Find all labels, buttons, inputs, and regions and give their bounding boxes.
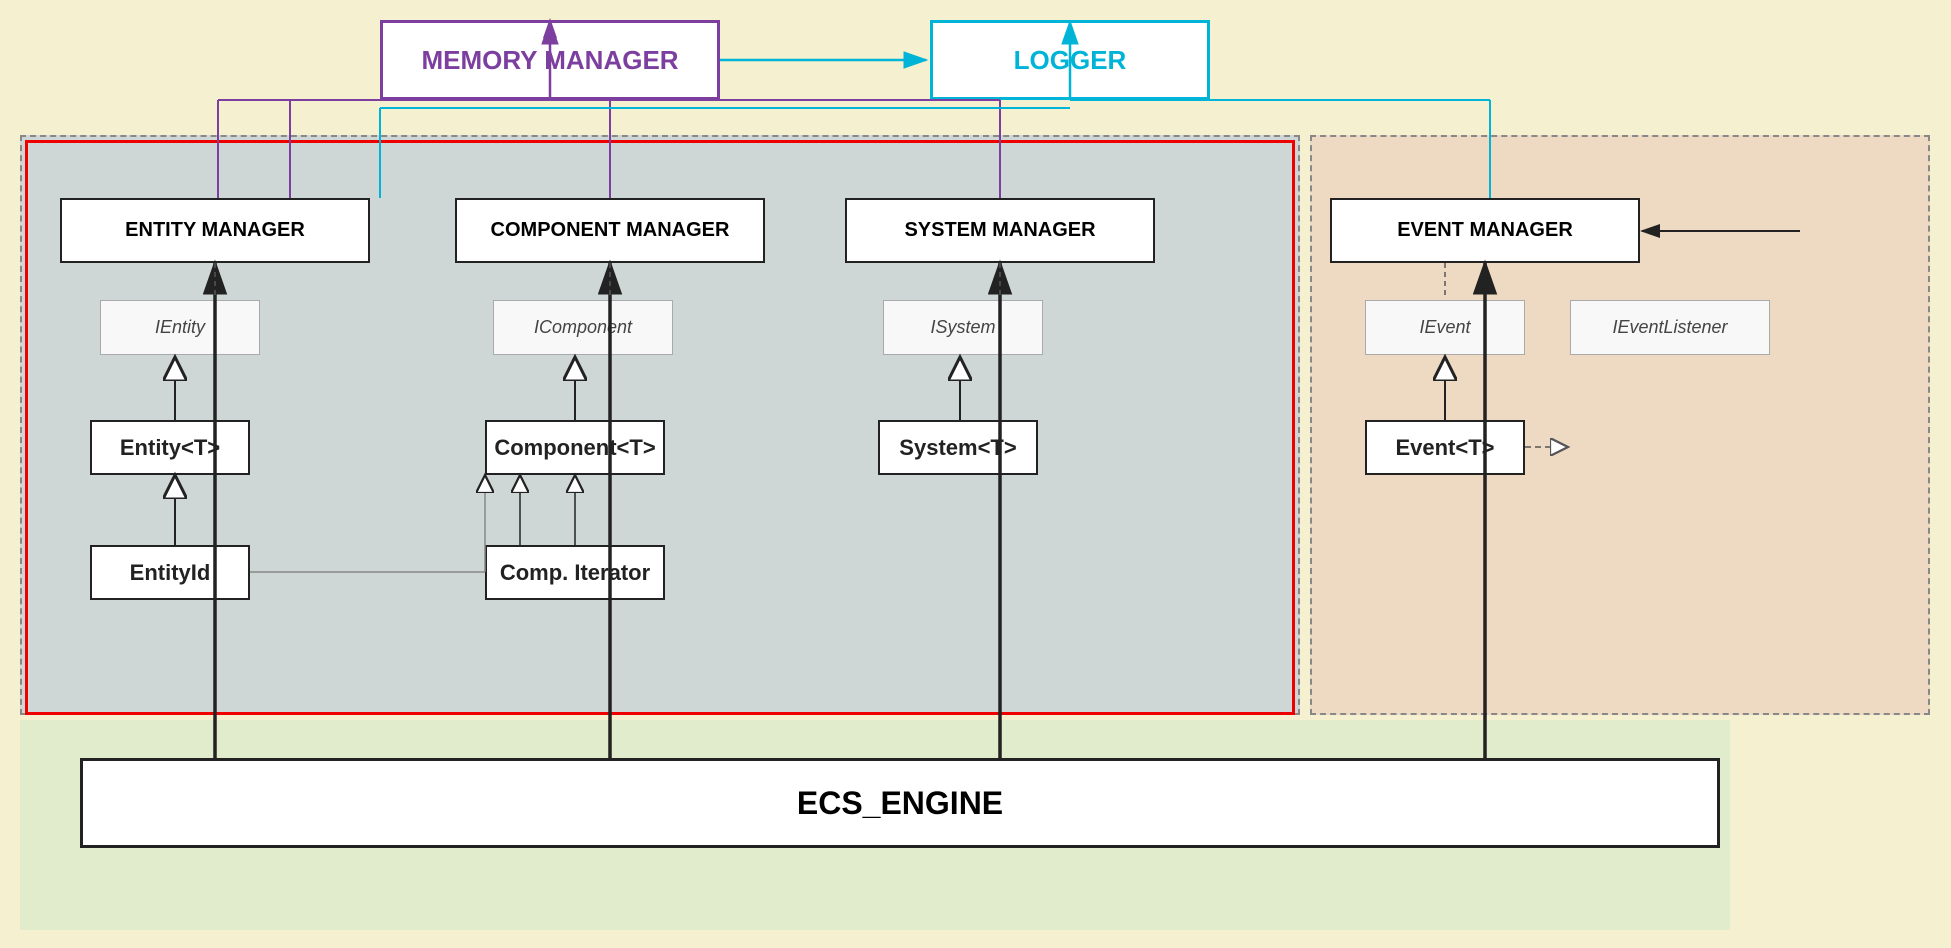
comp-iterator-label: Comp. Iterator [500, 560, 650, 586]
event-manager-box: EVENT MANAGER [1330, 198, 1640, 263]
diagram-container: MEMORY MANAGER LOGGER ENTITY MANAGER COM… [0, 0, 1951, 948]
system-t-box: System<T> [878, 420, 1038, 475]
logger-box: LOGGER [930, 20, 1210, 100]
comp-iterator-box: Comp. Iterator [485, 545, 665, 600]
entity-manager-box: ENTITY MANAGER [60, 198, 370, 263]
ientity-box: IEntity [100, 300, 260, 355]
icomponent-label: IComponent [534, 317, 632, 338]
memory-manager-box: MEMORY MANAGER [380, 20, 720, 100]
entityid-label: EntityId [130, 560, 211, 586]
system-t-label: System<T> [899, 435, 1016, 461]
entity-t-label: Entity<T> [120, 435, 220, 461]
component-t-box: Component<T> [485, 420, 665, 475]
ieventlistener-label: IEventListener [1612, 317, 1727, 338]
ecs-engine-box: ECS_ENGINE [80, 758, 1720, 848]
logger-label: LOGGER [1014, 45, 1127, 76]
component-manager-box: COMPONENT MANAGER [455, 198, 765, 263]
event-t-box: Event<T> [1365, 420, 1525, 475]
isystem-box: ISystem [883, 300, 1043, 355]
entity-t-box: Entity<T> [90, 420, 250, 475]
component-manager-label: COMPONENT MANAGER [491, 219, 730, 242]
ievent-box: IEvent [1365, 300, 1525, 355]
event-manager-label: EVENT MANAGER [1397, 219, 1573, 242]
ecs-engine-label: ECS_ENGINE [797, 785, 1003, 822]
icomponent-box: IComponent [493, 300, 673, 355]
ientity-label: IEntity [155, 317, 205, 338]
ievent-label: IEvent [1419, 317, 1470, 338]
memory-manager-label: MEMORY MANAGER [421, 45, 678, 76]
isystem-label: ISystem [930, 317, 995, 338]
ieventlistener-box: IEventListener [1570, 300, 1770, 355]
component-t-label: Component<T> [494, 435, 655, 461]
system-manager-label: SYSTEM MANAGER [904, 219, 1095, 242]
entity-manager-label: ENTITY MANAGER [125, 219, 305, 242]
event-t-label: Event<T> [1395, 435, 1494, 461]
system-manager-box: SYSTEM MANAGER [845, 198, 1155, 263]
entityid-box: EntityId [90, 545, 250, 600]
